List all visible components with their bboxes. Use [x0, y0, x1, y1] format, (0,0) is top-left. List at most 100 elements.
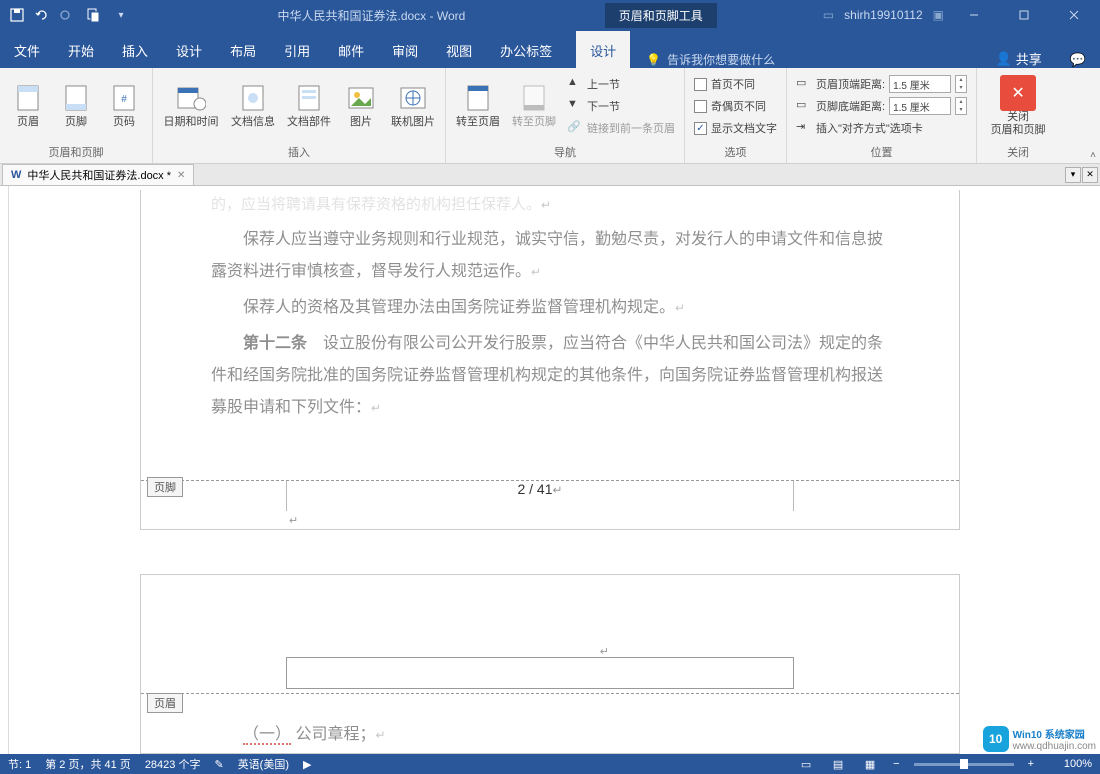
group-close: ✕ 关闭页眉和页脚 关闭	[977, 68, 1059, 163]
close-header-footer-button[interactable]: ✕ 关闭页眉和页脚	[983, 72, 1053, 138]
footer-icon	[60, 82, 92, 114]
group-position: ▭ 页眉顶端距离: 1.5 厘米 ▴▾ ▭ 页脚底端距离: 1.5 厘米 ▴▾ …	[787, 68, 977, 163]
minimize-button[interactable]	[954, 0, 994, 30]
tab-home[interactable]: 开始	[54, 31, 108, 68]
footer-bottom-distance: ▭ 页脚底端距离: 1.5 厘米 ▴▾	[793, 96, 970, 116]
goto-footer-button[interactable]: 转至页脚	[508, 72, 560, 138]
insert-align-tab-button[interactable]: ⇥插入"对齐方式"选项卡	[793, 118, 970, 138]
close-tab-icon[interactable]: ✕	[177, 170, 185, 181]
link-previous-button[interactable]: 🔗链接到前一条页眉	[564, 118, 678, 138]
tab-insert[interactable]: 插入	[108, 31, 162, 68]
tab-dropdown-icon[interactable]: ▾	[1065, 167, 1081, 183]
zoom-slider[interactable]	[914, 763, 1014, 766]
para-mark: ↵	[289, 514, 298, 527]
quick-access-toolbar: ▾	[0, 4, 138, 26]
paste-icon[interactable]	[78, 4, 108, 26]
title-bar-right: ▭ shirh19910112 ▣	[817, 0, 1100, 30]
pin-icon[interactable]: ▭	[823, 8, 834, 22]
next-section-button[interactable]: ▼下一节	[564, 96, 678, 116]
online-picture-icon	[397, 82, 429, 114]
online-pictures-button[interactable]: 联机图片	[387, 72, 439, 138]
undo-icon[interactable]	[30, 4, 52, 26]
tab-layout[interactable]: 布局	[216, 31, 270, 68]
lightbulb-icon: 💡	[646, 53, 661, 67]
header-distance-icon: ▭	[796, 76, 812, 92]
group-insert: 日期和时间 文档信息 文档部件 图片 联机图片 插入	[153, 68, 446, 163]
ribbon-options-icon[interactable]: ▣	[933, 8, 944, 22]
close-icon: ✕	[1000, 75, 1036, 111]
tab-hf-design[interactable]: 设计	[576, 31, 630, 68]
diff-odd-even-checkbox[interactable]: 奇偶页不同	[691, 96, 780, 116]
person-icon: 👤	[996, 51, 1012, 67]
show-doc-text-checkbox[interactable]: ✓显示文档文字	[691, 118, 780, 138]
document-tab[interactable]: W 中华人民共和国证券法.docx * ✕	[2, 164, 194, 185]
page-number-button[interactable]: # 页码	[102, 72, 146, 138]
tab-references[interactable]: 引用	[270, 31, 324, 68]
collapse-ribbon-icon[interactable]: ˄	[1090, 150, 1096, 161]
goto-header-button[interactable]: 转至页眉	[452, 72, 504, 138]
align-tab-icon: ⇥	[796, 120, 812, 136]
status-page[interactable]: 第 2 页，共 41 页	[45, 756, 131, 772]
macro-icon[interactable]: ▶	[303, 758, 311, 771]
status-section[interactable]: 节: 1	[8, 756, 31, 772]
tab-bar-controls: ▾ ✕	[1064, 167, 1098, 183]
tab-file[interactable]: 文件	[0, 31, 54, 68]
footer-tag: 页脚	[147, 477, 183, 497]
status-language[interactable]: 英语(美国)	[238, 756, 289, 772]
document-area[interactable]: 的，应当将聘请具有保荐资格的机构担任保荐人。↵ 保荐人应当遵守业务规则和行业规范…	[0, 186, 1100, 754]
zoom-in-icon[interactable]: +	[1028, 758, 1034, 770]
tab-view[interactable]: 视图	[432, 31, 486, 68]
docinfo-button[interactable]: 文档信息	[227, 72, 279, 138]
down-arrow-icon: ▼	[567, 98, 583, 114]
datetime-button[interactable]: 日期和时间	[159, 72, 223, 138]
comments-icon[interactable]: 💬	[1056, 52, 1100, 68]
body-paragraph: 保荐人应当遵守业务规则和行业规范，诚实守信，勤勉尽责，对发行人的申请文件和信息披…	[211, 224, 889, 288]
zoom-level[interactable]: 100%	[1048, 758, 1092, 770]
tab-close-all-icon[interactable]: ✕	[1082, 167, 1098, 183]
group-label-hf: 页眉和页脚	[0, 142, 152, 164]
zoom-out-icon[interactable]: −	[893, 758, 899, 770]
tab-officetab[interactable]: 办公标签	[486, 31, 566, 68]
ribbon: 页眉 页脚 # 页码 页眉和页脚 日期和时间 文档信息	[0, 68, 1100, 164]
account-name[interactable]: shirh19910112	[844, 8, 923, 22]
qat-more-icon[interactable]: ▾	[110, 4, 132, 26]
footer-page-number[interactable]: 2 / 41↵	[287, 481, 793, 499]
header-top-distance: ▭ 页眉顶端距离: 1.5 厘米 ▴▾	[793, 74, 970, 94]
spinner-arrows[interactable]: ▴▾	[955, 97, 967, 115]
footer-distance-icon: ▭	[796, 98, 812, 114]
goto-header-icon	[462, 82, 494, 114]
tab-review[interactable]: 审阅	[378, 31, 432, 68]
print-layout-icon[interactable]: ▤	[829, 756, 847, 772]
spinner-arrows[interactable]: ▴▾	[955, 75, 967, 93]
watermark: 10 Win10 系统家园 www.qdhuajin.com	[983, 726, 1096, 752]
redo-icon[interactable]	[54, 4, 76, 26]
footer-button[interactable]: 页脚	[54, 72, 98, 138]
close-button[interactable]	[1054, 0, 1094, 30]
cut-off-line: 的，应当将聘请具有保荐资格的机构担任保荐人。↵	[211, 190, 889, 220]
status-word-count[interactable]: 28423 个字	[145, 756, 201, 772]
footer-distance-input[interactable]: 1.5 厘米	[889, 97, 951, 115]
read-mode-icon[interactable]: ▭	[797, 756, 815, 772]
checkbox-icon	[694, 78, 707, 91]
pictures-button[interactable]: 图片	[339, 72, 383, 138]
docparts-button[interactable]: 文档部件	[283, 72, 335, 138]
share-label: 共享	[1016, 49, 1042, 68]
spell-check-icon[interactable]: ✎	[214, 758, 223, 771]
maximize-button[interactable]	[1004, 0, 1044, 30]
watermark-icon: 10	[983, 726, 1009, 752]
header-distance-input[interactable]: 1.5 厘米	[889, 75, 951, 93]
tell-me-box[interactable]: 💡 告诉我你想要做什么	[630, 51, 981, 68]
tab-mailings[interactable]: 邮件	[324, 31, 378, 68]
diff-first-page-checkbox[interactable]: 首页不同	[691, 74, 780, 94]
word-doc-icon: W	[11, 169, 21, 181]
header-button[interactable]: 页眉	[6, 72, 50, 138]
svg-text:#: #	[121, 94, 127, 105]
docparts-icon	[293, 82, 325, 114]
tab-design[interactable]: 设计	[162, 31, 216, 68]
prev-section-button[interactable]: ▲上一节	[564, 74, 678, 94]
save-icon[interactable]	[6, 4, 28, 26]
docinfo-icon	[237, 82, 269, 114]
share-button[interactable]: 👤 共享	[982, 49, 1056, 68]
web-layout-icon[interactable]: ▦	[861, 756, 879, 772]
body-paragraph: 保荐人的资格及其管理办法由国务院证券监督管理机构规定。↵	[211, 292, 889, 324]
